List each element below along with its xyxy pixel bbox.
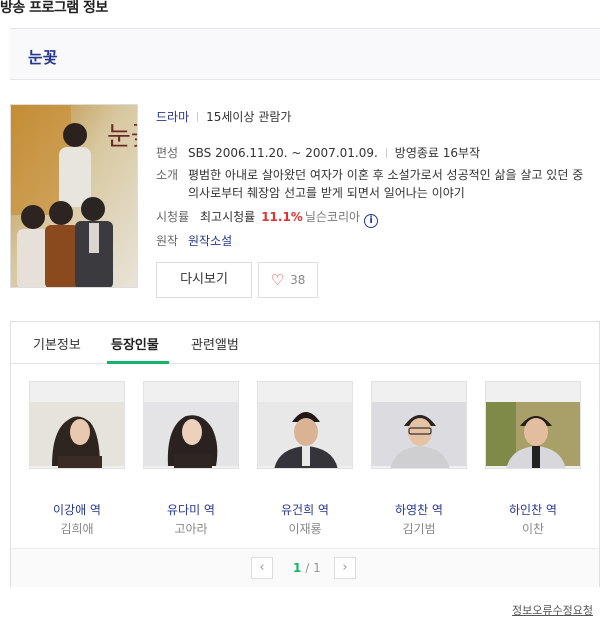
detail-panel: 기본정보 등장인물 관련앨범 이강애 역 김희애 유다미 역 고아라 유건희 역…	[10, 321, 600, 587]
ratings-value-group: 최고시청률 11.1% 닐슨코리아 i	[200, 208, 379, 228]
cast-photo[interactable]	[257, 381, 353, 469]
chevron-right-icon: ›	[342, 560, 348, 575]
pagination: ‹ 1 / 1 ›	[11, 548, 599, 587]
cast-actor[interactable]: 김기범	[371, 520, 467, 537]
genre-row: 드라마 15세이상 관람가	[156, 108, 291, 125]
cast-actor[interactable]: 이재룡	[257, 520, 353, 537]
chevron-left-icon: ‹	[259, 560, 265, 575]
cast-role[interactable]: 하영찬 역	[371, 501, 467, 518]
cast-role[interactable]: 이강애 역	[29, 501, 125, 518]
broadcast-status: 방영종료 16부작	[394, 146, 481, 160]
cast-photo[interactable]	[371, 381, 467, 469]
heart-icon: ♡	[270, 271, 285, 289]
like-button[interactable]: ♡ 38	[258, 262, 318, 298]
tab-related-albums[interactable]: 관련앨범	[191, 334, 239, 353]
cast-photo-image	[30, 382, 124, 468]
cast-actor[interactable]: 고아라	[143, 520, 239, 537]
divider	[385, 148, 387, 158]
genre-link[interactable]: 드라마	[156, 110, 189, 124]
info-icon[interactable]: i	[364, 214, 379, 228]
program-title-bar: 눈꽃	[10, 28, 600, 80]
current-page: 1	[293, 561, 302, 575]
like-count: 38	[290, 273, 306, 287]
tab-basic-info[interactable]: 기본정보	[33, 334, 81, 353]
cast-photo-image	[372, 382, 466, 468]
synopsis-text: 평범한 아내로 살아왔던 여자가 이혼 후 소설가로서 성공적인 삶을 살고 있…	[188, 168, 584, 200]
section-title: 방송 프로그램 정보	[0, 0, 108, 16]
cast-photo-image	[258, 382, 352, 468]
next-page-button[interactable]: ›	[334, 557, 356, 579]
synopsis-label: 소개	[156, 168, 179, 182]
cast-actor[interactable]: 김희애	[29, 520, 125, 537]
max-rating-value: 11.1%	[261, 210, 303, 224]
tab-characters[interactable]: 등장인물	[111, 334, 159, 353]
ratings-source: 닐슨코리아	[304, 210, 361, 224]
original-label: 원작	[156, 234, 179, 248]
active-tab-indicator	[107, 361, 169, 364]
cast-role[interactable]: 유건희 역	[257, 501, 353, 518]
schedule-date: SBS 2006.11.20. ~ 2007.01.09.	[188, 146, 378, 160]
cast-photo-image	[486, 382, 580, 468]
cast-photo[interactable]	[143, 381, 239, 469]
cast-photo[interactable]	[485, 381, 581, 469]
ratings-label: 시청률	[156, 210, 190, 224]
original-value[interactable]: 원작소설	[188, 232, 232, 249]
program-title[interactable]: 눈꽃	[28, 44, 57, 68]
prev-page-button[interactable]: ‹	[251, 557, 273, 579]
age-rating: 15세이상 관람가	[206, 110, 292, 124]
poster-logo: 눈꽃	[107, 122, 138, 152]
divider	[197, 112, 199, 122]
max-rating-label: 최고시청률	[200, 210, 256, 224]
schedule-value: SBS 2006.11.20. ~ 2007.01.09. 방영종료 16부작	[188, 144, 480, 161]
page-separator: /	[305, 561, 310, 575]
schedule-label: 편성	[156, 146, 179, 160]
cast-role[interactable]: 하인찬 역	[485, 501, 581, 518]
poster-image: 눈꽃	[11, 105, 138, 287]
program-poster[interactable]: 눈꽃	[10, 104, 138, 288]
report-error-link[interactable]: 정보오류수정요청	[512, 602, 593, 618]
cast-role[interactable]: 유다미 역	[143, 501, 239, 518]
total-pages: 1	[313, 561, 321, 575]
cast-photo[interactable]	[29, 381, 125, 469]
tab-bar: 기본정보 등장인물 관련앨범	[11, 322, 599, 364]
cast-actor[interactable]: 이찬	[485, 520, 581, 537]
rewatch-button[interactable]: 다시보기	[156, 262, 252, 298]
page-indicator: 1 / 1	[293, 561, 321, 575]
cast-photo-image	[144, 382, 238, 468]
